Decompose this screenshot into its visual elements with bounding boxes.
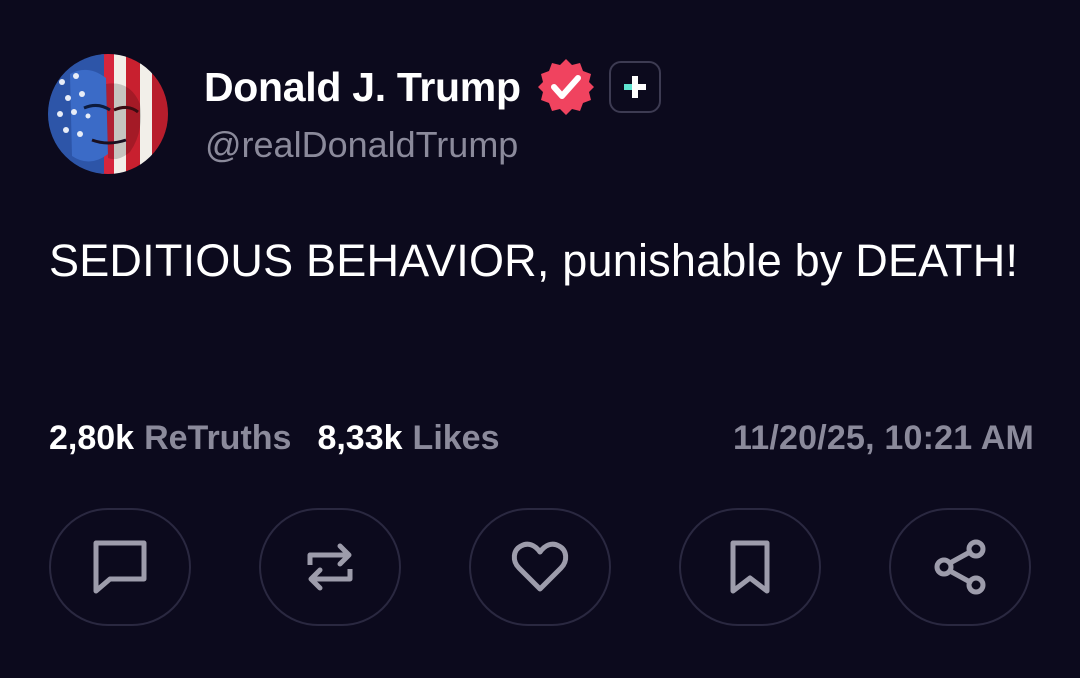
like-button[interactable] — [469, 508, 611, 626]
author-display-name[interactable]: Donald J. Trump — [204, 64, 521, 111]
likes-label[interactable]: Likes — [413, 419, 500, 458]
flag-portrait-avatar-icon — [48, 54, 168, 174]
post-timestamp: 11/20/25, 10:21 AM — [733, 418, 1034, 457]
plus-badge-icon — [623, 76, 646, 98]
verified-checkmark-icon — [537, 59, 594, 115]
reply-button[interactable] — [49, 508, 191, 626]
bookmark-button[interactable] — [679, 508, 821, 626]
repost-icon — [307, 543, 353, 591]
bookmark-icon — [730, 540, 770, 594]
retruths-label[interactable]: ReTruths — [144, 419, 291, 458]
comment-icon — [93, 540, 147, 594]
author-name-row: Donald J. Trump — [204, 58, 661, 116]
post-actions-bar — [49, 508, 1031, 630]
author-handle[interactable]: @realDonaldTrump — [205, 124, 518, 166]
heart-icon — [511, 541, 569, 592]
share-button[interactable] — [889, 508, 1031, 626]
post-body-text: SEDITIOUS BEHAVIOR, punishable by DEATH! — [49, 235, 1019, 286]
subscribe-plus-button[interactable] — [608, 61, 661, 113]
likes-count[interactable]: 8,33k — [317, 419, 402, 458]
truth-post: Donald J. Trump @realDonaldTrump SEDITIO… — [0, 0, 1080, 678]
post-stats: 2,80k ReTruths 8,33k Likes 11/20/25, 10:… — [49, 415, 1034, 461]
retruths-count[interactable]: 2,80k — [49, 419, 134, 458]
retruth-button[interactable] — [259, 508, 401, 626]
author-avatar[interactable] — [48, 54, 168, 174]
share-icon — [934, 539, 986, 595]
